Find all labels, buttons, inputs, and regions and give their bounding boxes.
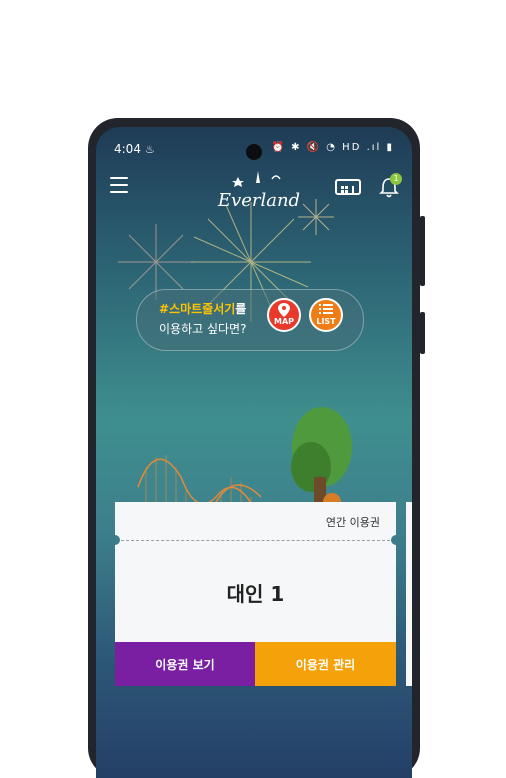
phone-frame: 4:04 ♨ ⏰ ✱ 🔇 ◔ HD .ıl ▮ Everland 1 #스마트줄… [88,118,420,778]
fire-icon: ♨ [144,143,155,156]
status-icons: ⏰ ✱ 🔇 ◔ HD .ıl ▮ [271,142,394,153]
list-icon [319,304,333,314]
list-button[interactable]: LIST [309,298,343,332]
ticket-notch-left [115,535,120,545]
status-icons-text: ⏰ ✱ 🔇 ◔ HD .ıl ▮ [271,142,394,153]
phone-volume-button [420,216,425,286]
ticket-divider [121,540,390,541]
qr-icon-graphic [341,186,354,193]
phone-power-button [420,312,425,354]
ticket-notch-right [391,535,396,545]
smart-queue-bubble[interactable]: #스마트줄서기를 이용하고 싶다면? MAP LIST [136,289,364,351]
ticket-holder: 대인 1 [226,582,285,606]
map-button[interactable]: MAP [267,298,301,332]
bubble-suffix: 를 [235,302,247,316]
hamburger-menu-icon[interactable] [110,177,128,193]
everland-logo[interactable]: Everland [214,167,304,213]
app-screen: 4:04 ♨ ⏰ ✱ 🔇 ◔ HD .ıl ▮ Everland 1 #스마트줄… [96,127,412,778]
smart-queue-highlight: #스마트줄서기 [159,302,236,316]
front-camera [246,144,262,160]
notification-badge: 1 [390,173,402,185]
bubble-line-1: #스마트줄서기를 [159,300,246,317]
status-time-text: 4:04 [114,142,141,156]
location-pin-icon [278,303,290,317]
ticket-type: 연간 이용권 [325,516,380,529]
qr-ticket-icon[interactable] [335,179,361,195]
logo-text: Everland [217,190,301,211]
ticket-card[interactable]: 연간 이용권 대인 1 이용권 보기 이용권 관리 [115,502,396,686]
map-button-label: MAP [273,317,294,326]
list-button-label: LIST [316,317,336,326]
view-ticket-button[interactable]: 이용권 보기 [115,642,255,686]
next-ticket-card-peek[interactable] [406,502,412,686]
status-time: 4:04 ♨ [114,142,155,156]
manage-ticket-button[interactable]: 이용권 관리 [255,642,396,686]
bubble-line-2: 이용하고 싶다면? [159,322,247,336]
